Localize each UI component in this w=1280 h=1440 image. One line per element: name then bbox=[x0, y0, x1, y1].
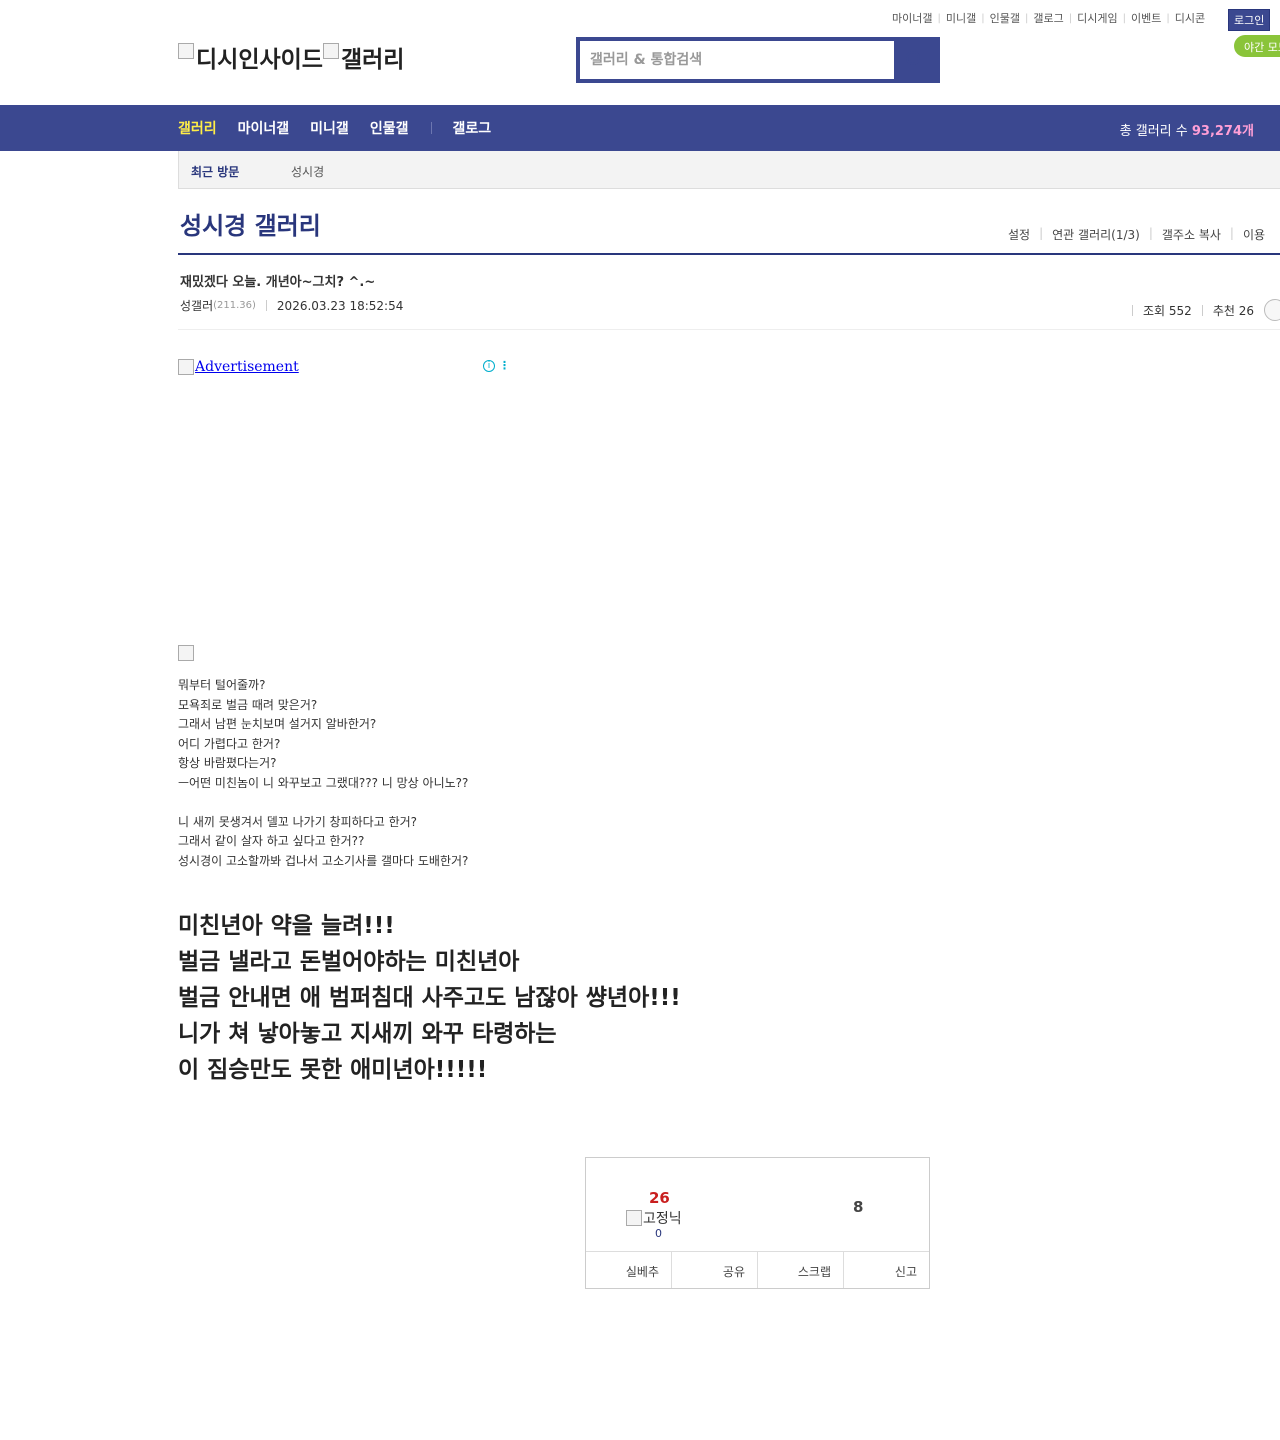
night-mode-button[interactable]: 야간 모드 bbox=[1234, 35, 1280, 57]
nav-item-gallog[interactable]: 갤로그 bbox=[452, 118, 491, 138]
best-recommend-button[interactable]: 실베추 bbox=[586, 1252, 672, 1288]
nav-item-gallery[interactable]: 갤러리 bbox=[178, 118, 217, 138]
advertisement-link[interactable]: Advertisement bbox=[178, 359, 299, 375]
large-body-line: 벌금 안내면 애 범퍼침대 사주고도 남잖아 썅년아!!! bbox=[178, 985, 681, 1011]
body-line: 항상 바람폈다는거? bbox=[178, 756, 277, 770]
top-link-separator: | bbox=[1068, 12, 1073, 24]
top-link-game[interactable]: 디시게임 bbox=[1077, 10, 1117, 26]
body-line bbox=[178, 793, 468, 813]
comment-circle-button[interactable] bbox=[1263, 299, 1280, 321]
body-line: 어디 가렵다고 한거? bbox=[178, 736, 281, 751]
recommend-actions: 실베추 공유 스크랩 신고 bbox=[586, 1251, 929, 1288]
site-logo[interactable]: 디시인사이드 갤러리 bbox=[178, 40, 404, 74]
nav-item-person[interactable]: 인물갤 bbox=[370, 118, 409, 138]
post-author[interactable]: 성갤러 bbox=[180, 297, 213, 314]
tool-separator: | bbox=[1229, 226, 1234, 240]
advertisement-alt: Advertisement bbox=[195, 359, 299, 375]
top-link-minor[interactable]: 마이너갤 bbox=[892, 10, 932, 26]
top-link-separator: | bbox=[1166, 12, 1170, 24]
more-vertical-icon[interactable]: ⋮ bbox=[499, 360, 510, 372]
search-button[interactable] bbox=[894, 41, 936, 79]
gallery-count-label: 총 갤러리 수 bbox=[1119, 124, 1188, 139]
report-button[interactable]: 신고 bbox=[844, 1252, 929, 1288]
post-stats: 조회 552 추천 26 bbox=[1122, 299, 1280, 321]
post-header-divider bbox=[178, 329, 1280, 330]
search-icon bbox=[906, 51, 920, 65]
search-box bbox=[576, 37, 940, 83]
top-link-event[interactable]: 이벤트 bbox=[1131, 10, 1161, 26]
broken-image-icon bbox=[626, 1210, 642, 1226]
post-title: 재밌겠다 오늘. 개년아~그치? ^.~ bbox=[180, 275, 376, 290]
top-link-separator: | bbox=[1024, 12, 1029, 24]
large-body-line: 니가 쳐 낳아놓고 지새끼 와꾸 타령하는 bbox=[178, 1021, 557, 1047]
recommend-down-count[interactable]: 8 bbox=[853, 1198, 863, 1216]
body-line: ㅡ어떤 미친놈이 니 와꾸보고 그랬대??? 니 망상 아니노?? bbox=[178, 775, 469, 790]
top-link-separator: | bbox=[937, 12, 941, 24]
body-line: 그래서 남편 눈치보며 설거지 알바한거? bbox=[178, 717, 377, 731]
body-line: 성시경이 고소할까봐 겁나서 고소기사를 갤마다 도배한거? bbox=[178, 853, 469, 868]
fixed-nick-alt: 고정닉 bbox=[643, 1211, 682, 1227]
post-date: 2026.03.23 18:52:54 bbox=[276, 298, 404, 313]
ad-choices[interactable]: i ⋮ bbox=[483, 360, 510, 372]
post-author-ip: (211.36) bbox=[213, 300, 256, 311]
broken-image-icon bbox=[178, 43, 194, 59]
info-icon[interactable]: i bbox=[483, 360, 495, 372]
top-link-separator: | bbox=[1122, 12, 1126, 24]
post-body: 뭐부터 털어줄까? 모욕죄로 벌금 때려 맞은거? 그래서 남편 눈치보며 설거… bbox=[178, 676, 468, 871]
broken-image-icon bbox=[322, 43, 339, 59]
broken-image-icon bbox=[178, 359, 194, 375]
fixed-nick-count: 0 bbox=[655, 1227, 662, 1240]
tool-separator: | bbox=[1148, 226, 1153, 240]
top-link-dccon[interactable]: 디시콘 bbox=[1175, 10, 1205, 26]
top-link-person[interactable]: 인물갤 bbox=[990, 10, 1020, 26]
body-line: 뭐부터 털어줄까? bbox=[178, 678, 266, 692]
nav-items: 갤러리 마이너갤 미니갤 인물갤 갤로그 bbox=[178, 105, 512, 151]
body-line: 니 새끼 못생겨서 델꼬 나가기 창피하다고 한거? bbox=[178, 814, 418, 829]
tool-separator: | bbox=[1039, 226, 1044, 240]
recommend-up-count[interactable]: 26 bbox=[649, 1189, 670, 1207]
nav-item-mini[interactable]: 미니갤 bbox=[310, 118, 349, 138]
scrap-button[interactable]: 스크랩 bbox=[758, 1252, 844, 1288]
top-link-separator: | bbox=[981, 12, 985, 24]
gallery-title[interactable]: 성시경 갤러리 bbox=[180, 206, 321, 241]
nav-item-minor[interactable]: 마이너갤 bbox=[238, 118, 290, 138]
fixed-nick-recommend: 고정닉 bbox=[626, 1208, 682, 1228]
logo-sub-alt: 갤러리 bbox=[340, 47, 405, 73]
post-body-large: 미친년아 약을 늘려!!! 벌금 낼라고 돈벌어야하는 미친년아 벌금 안내면 … bbox=[178, 908, 681, 1088]
large-body-line: 미친년아 약을 늘려!!! bbox=[178, 913, 395, 939]
gallery-count: 총 갤러리 수 93,274개 bbox=[1120, 120, 1254, 139]
post-image-broken bbox=[178, 645, 194, 661]
title-divider bbox=[178, 253, 1280, 255]
large-body-line: 이 짐승만도 못한 애미년아!!!!! bbox=[178, 1057, 488, 1083]
main-nav: 갤러리 마이너갤 미니갤 인물갤 갤로그 총 갤러리 수 93,274개 bbox=[0, 105, 1280, 151]
post-views: 조회 552 bbox=[1143, 303, 1192, 318]
gallery-settings-link[interactable]: 설정 bbox=[1008, 226, 1030, 243]
login-button[interactable]: 로그인 bbox=[1228, 9, 1271, 31]
top-link-mini[interactable]: 미니갤 bbox=[946, 10, 976, 26]
recent-visit-bar: 최근 방문 성시경 bbox=[178, 151, 1280, 189]
usage-link[interactable]: 이용 bbox=[1243, 226, 1265, 243]
post-meta: 성갤러 (211.36) 2026.03.23 18:52:54 bbox=[180, 297, 403, 314]
nav-divider bbox=[431, 122, 433, 134]
post-recommend-count: 추천 26 bbox=[1212, 303, 1254, 318]
copy-gallery-url-link[interactable]: 갤주소 복사 bbox=[1162, 226, 1221, 243]
logo-main-alt: 디시인사이드 bbox=[196, 47, 323, 73]
share-button[interactable]: 공유 bbox=[672, 1252, 758, 1288]
body-line: 그래서 같이 살자 하고 싶다고 한거?? bbox=[178, 834, 365, 848]
large-body-line: 벌금 낼라고 돈벌어야하는 미친년아 bbox=[178, 949, 520, 975]
top-link-gallog[interactable]: 갤로그 bbox=[1033, 10, 1063, 26]
body-line: 모욕죄로 벌금 때려 맞은거? bbox=[178, 697, 318, 712]
recent-visit-item[interactable]: 성시경 bbox=[291, 163, 324, 180]
top-links: 마이너갤 | 미니갤 | 인물갤 | 갤로그 | 디시게임 | 이벤트 | 디시콘 bbox=[892, 10, 1205, 26]
recent-visit-label: 최근 방문 bbox=[191, 165, 240, 179]
stats-divider bbox=[1201, 304, 1203, 316]
meta-divider bbox=[265, 300, 267, 311]
recommend-box: 26 고정닉 0 8 실베추 공유 스크랩 신고 bbox=[585, 1157, 930, 1289]
stats-divider bbox=[1132, 304, 1133, 316]
search-input[interactable] bbox=[580, 41, 894, 79]
gallery-tools: 설정 | 연관 갤러리(1/3) | 갤주소 복사 | 이용 bbox=[1008, 226, 1265, 243]
gallery-count-value: 93,274개 bbox=[1191, 124, 1254, 139]
related-gallery-link[interactable]: 연관 갤러리(1/3) bbox=[1052, 226, 1140, 243]
